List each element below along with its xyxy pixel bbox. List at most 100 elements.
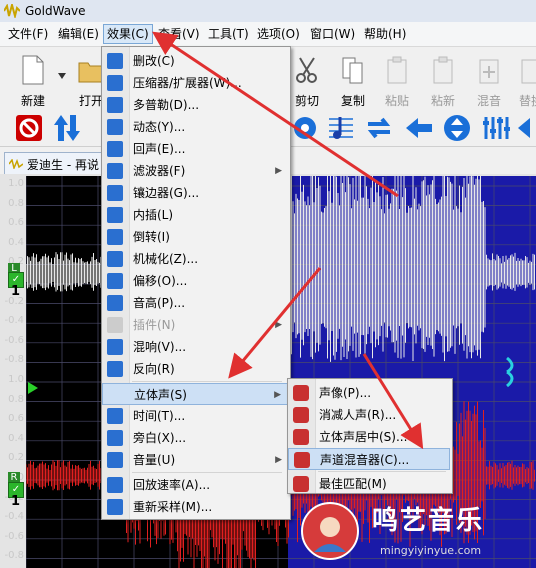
replace-label: 替换 (518, 94, 536, 108)
amplitude-tick-label: -0.6 (4, 334, 24, 346)
music-note-icon[interactable] (326, 113, 356, 143)
effects-menu-item[interactable]: 立体声(S) ▶ (102, 383, 288, 405)
submenu-arrow-icon: ▶ (275, 320, 282, 330)
stereo-submenu-item[interactable]: 声像(P)... (288, 382, 450, 404)
new-dropdown-icon[interactable] (58, 73, 66, 79)
effects-menu-item[interactable]: 镶边器(G)... (102, 182, 288, 204)
effects-menu-item[interactable]: 动态(Y)... (102, 116, 288, 138)
stereo-submenu-item-label: 声道混音器(C)... (320, 453, 410, 467)
effects-menu-item[interactable]: 内插(L) (102, 204, 288, 226)
effects-menu-item[interactable]: 音量(U) ▶ (102, 449, 288, 471)
effects-menu-item-label: 偏移(O)... (133, 274, 188, 288)
paste-label: 粘贴 (384, 94, 409, 108)
amplitude-tick-label: 0.8 (8, 393, 24, 405)
effects-menu-item[interactable]: 反向(R) (102, 358, 288, 380)
effects-menu-item-label: 多普勒(D)... (133, 98, 200, 112)
left-channel-number: 1 (11, 284, 21, 299)
effects-menu-item-label: 立体声(S) (134, 388, 187, 402)
document-tab-title: 爱迪生 - 再说 (27, 157, 99, 172)
echo-icon (107, 141, 123, 157)
menu-separator (318, 471, 446, 472)
effects-menu-item[interactable]: 偏移(O)... (102, 270, 288, 292)
stop-effect-icon[interactable] (14, 113, 44, 143)
goldwave-logo-icon (4, 4, 20, 18)
vertical-expand-icon[interactable] (442, 113, 472, 143)
stereo-submenu-item-label: 最佳匹配(M) (319, 477, 387, 491)
stereo-center-icon (293, 429, 309, 445)
effects-menu-item[interactable]: 插件(N) ▶ (102, 314, 288, 336)
stereo-submenu-item[interactable]: 最佳匹配(M) (288, 473, 450, 495)
copy-label: 复制 (340, 94, 365, 108)
equalizer-icon[interactable] (480, 113, 510, 143)
playback-rate-icon (107, 477, 123, 493)
amplitude-tick-label: -0.8 (4, 550, 24, 562)
copy-button[interactable]: 复制 (330, 51, 376, 108)
watermark: 鸣艺音乐 mingyiyinyue.com (300, 498, 536, 568)
stereo-submenu-item[interactable]: 立体声居中(S)... (288, 426, 450, 448)
effects-menu-item[interactable]: 时间(T)... (102, 405, 288, 427)
effects-menu-item[interactable]: 机械化(Z)... (102, 248, 288, 270)
match-icon (293, 476, 309, 492)
effects-menu-item-label: 音高(P)... (133, 296, 186, 310)
channel-mixer-icon (294, 452, 310, 468)
menu-separator (132, 381, 282, 382)
submenu-arrow-icon: ▶ (274, 390, 281, 400)
menu-file[interactable]: 文件(F) (5, 25, 51, 43)
left-arrow-icon[interactable] (404, 113, 434, 143)
effects-menu: 删改(C) 压缩器/扩展器(W)... 多普勒(D)... 动态(Y)... 回声(E)… (101, 46, 291, 520)
effects-menu-item[interactable]: 混响(V)... (102, 336, 288, 358)
menu-view[interactable]: 查看(V) (155, 25, 203, 43)
dynamics-icon (107, 119, 123, 135)
scissors-icon (296, 57, 317, 83)
effects-menu-item-label: 压缩器/扩展器(W)... (133, 76, 242, 90)
updown-arrows-icon[interactable] (52, 113, 82, 143)
stereo-submenu-item-label: 立体声居中(S)... (319, 430, 408, 444)
effects-menu-item[interactable]: 回放速率(A)... (102, 474, 288, 496)
menu-effects[interactable]: 效果(C) (103, 24, 153, 44)
effects-menu-item[interactable]: 删改(C) (102, 50, 288, 72)
effects-menu-item[interactable]: 滤波器(F) ▶ (102, 160, 288, 182)
waveform-doc-icon (9, 159, 23, 169)
paste-button[interactable]: 粘贴 (374, 51, 420, 108)
amplitude-tick-label: 1.0 (8, 374, 24, 385)
pitch-icon (107, 295, 123, 311)
effects-menu-item[interactable]: 回声(E)... (102, 138, 288, 160)
paste-icon (387, 56, 407, 84)
menu-options[interactable]: 选项(O) (254, 25, 303, 43)
menu-tools[interactable]: 工具(T) (205, 25, 252, 43)
pan-icon (293, 385, 309, 401)
resample-icon (107, 499, 123, 515)
play-marker-icon[interactable] (28, 382, 38, 394)
effects-menu-item[interactable]: 音高(P)... (102, 292, 288, 314)
effects-menu-item[interactable]: 压缩器/扩展器(W)... (102, 72, 288, 94)
menu-edit[interactable]: 编辑(E) (55, 25, 102, 43)
title-bar: GoldWave (0, 0, 536, 22)
menu-window[interactable]: 窗口(W) (307, 25, 358, 43)
menu-separator (132, 472, 282, 473)
paste-new-button[interactable]: 粘新 (420, 51, 466, 108)
mix-button[interactable]: 混音 (466, 51, 512, 108)
watermark-text: 鸣艺音乐 (372, 506, 485, 536)
gear-effect-icon[interactable] (290, 113, 320, 143)
reverb-icon (107, 339, 123, 355)
extra-effect-icon[interactable] (516, 113, 536, 143)
new-label: 新建 (20, 94, 45, 108)
submenu-arrow-icon: ▶ (275, 455, 282, 465)
stereo-submenu-item[interactable]: 声道混音器(C)... (288, 448, 450, 470)
loop-arrows-icon[interactable] (364, 113, 394, 143)
effects-menu-item[interactable]: 重新采样(M)... (102, 496, 288, 518)
effects-menu-item[interactable]: 旁白(X)... (102, 427, 288, 449)
right-channel-number: 1 (11, 494, 21, 509)
effects-menu-item[interactable]: 倒转(I) (102, 226, 288, 248)
stereo-submenu-item[interactable]: 消减人声(R)... (288, 404, 450, 426)
doppler-red-icon (107, 53, 123, 69)
menu-help[interactable]: 帮助(H) (361, 25, 409, 43)
effects-menu-item-label: 音量(U) (133, 453, 176, 467)
new-button[interactable]: 新建 (10, 51, 56, 108)
new-file-icon (22, 55, 44, 85)
amplitude-tick-label: 0.2 (8, 452, 24, 464)
effects-menu-item[interactable]: 多普勒(D)... (102, 94, 288, 116)
replace-button[interactable]: 替换 (508, 51, 536, 108)
effects-menu-item-label: 旁白(X)... (133, 431, 187, 445)
paste-new-label: 粘新 (430, 94, 455, 108)
